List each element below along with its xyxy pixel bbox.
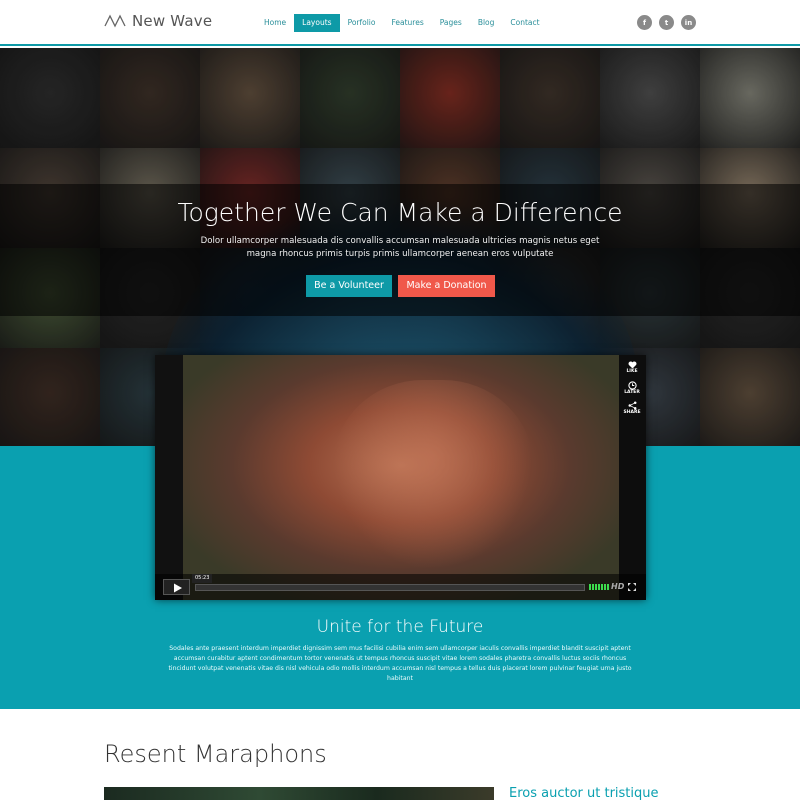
site-header: New Wave Home Layouts Porfolio Features …	[0, 0, 800, 46]
wave-logo-icon	[104, 14, 126, 28]
play-button[interactable]	[163, 579, 190, 595]
nav-porfolio[interactable]: Porfolio	[340, 14, 384, 32]
logo[interactable]: New Wave	[104, 12, 212, 30]
share-button[interactable]: SHARE	[621, 401, 643, 415]
nav-blog[interactable]: Blog	[470, 14, 503, 32]
video-thumbnail[interactable]	[183, 355, 619, 600]
twitter-icon[interactable]: t	[659, 15, 674, 30]
unite-text: Sodales ante praesent interdum imperdiet…	[168, 645, 632, 682]
linkedin-icon[interactable]: in	[681, 15, 696, 30]
volume-control[interactable]	[589, 584, 609, 590]
unite-title: Unite for the Future	[316, 617, 484, 637]
video-time: 05:23	[192, 574, 213, 583]
hd-toggle[interactable]: HD	[611, 582, 624, 591]
nav-layouts[interactable]: Layouts	[294, 14, 340, 32]
logo-text: New Wave	[132, 12, 213, 30]
heart-icon	[628, 361, 636, 369]
main-nav: Home Layouts Porfolio Features Pages Blo…	[256, 14, 548, 32]
nav-home[interactable]: Home	[256, 14, 294, 32]
share-icon	[628, 401, 636, 410]
nav-contact[interactable]: Contact	[502, 14, 547, 32]
hero-title: Together We Can Make a Difference	[177, 198, 623, 227]
recent-title: Resent Maraphons	[104, 740, 327, 768]
video-subject	[333, 380, 533, 570]
video-player[interactable]: LIKE LATER SHARE 05:23 HD	[155, 355, 646, 600]
like-label: LIKE	[626, 369, 638, 374]
progress-bar[interactable]	[195, 584, 585, 591]
nav-pages[interactable]: Pages	[432, 14, 470, 32]
later-button[interactable]: LATER	[621, 381, 643, 395]
hero-text: Dolor ullamcorper malesuada dis convalli…	[200, 236, 600, 259]
video-controls: 05:23 HD	[155, 574, 646, 600]
nav-features[interactable]: Features	[383, 14, 431, 32]
share-label: SHARE	[623, 410, 641, 415]
social-links: f t in	[637, 15, 696, 30]
recent-post-link[interactable]: Eros auctor ut tristique	[509, 786, 659, 800]
clock-icon	[627, 381, 637, 390]
later-label: LATER	[624, 390, 640, 395]
like-button[interactable]: LIKE	[621, 361, 643, 374]
volunteer-button[interactable]: Be a Volunteer	[306, 275, 392, 297]
fullscreen-icon[interactable]	[628, 583, 636, 591]
facebook-icon[interactable]: f	[637, 15, 652, 30]
recent-image[interactable]	[104, 787, 494, 800]
donation-button[interactable]: Make a Donation	[398, 275, 495, 297]
play-icon	[174, 583, 182, 593]
